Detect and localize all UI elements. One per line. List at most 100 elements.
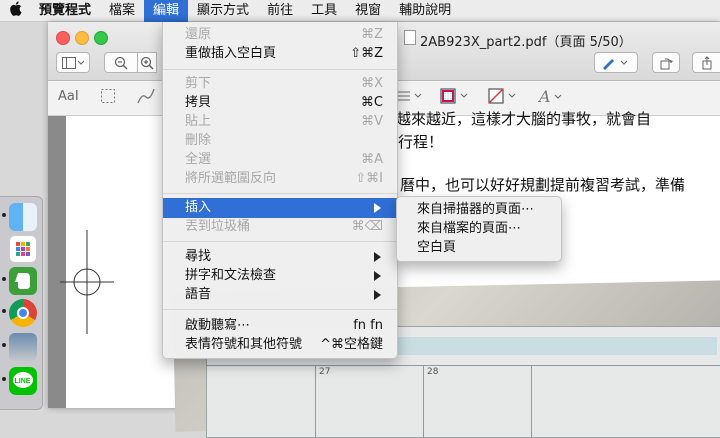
menu-item-label: 啟動聽寫⋯ xyxy=(185,318,251,333)
preview-icon[interactable] xyxy=(9,333,37,361)
rect-selection-tool[interactable] xyxy=(100,88,116,108)
menu-item-shortcut: ⌘A xyxy=(361,152,383,167)
menu-item-label: 表情符號和其他符號 xyxy=(185,337,303,352)
pdf-document-icon xyxy=(404,30,416,45)
menu-item-shortcut: ⌘X xyxy=(361,76,383,91)
menu-item-delete[interactable]: 刪除 xyxy=(163,131,397,151)
notebook-day-number: 28 xyxy=(427,367,439,377)
submenu-arrow-icon xyxy=(374,290,381,300)
markup-pen-button[interactable] xyxy=(594,52,638,73)
minimize-button[interactable] xyxy=(75,31,89,45)
notebook-day-number: 27 xyxy=(319,367,331,377)
menu-item-label: 拼字和文法檢查 xyxy=(185,268,277,283)
finder-icon[interactable] xyxy=(9,203,37,231)
line-icon[interactable]: LINE xyxy=(9,367,37,395)
running-indicator xyxy=(2,277,6,281)
menu-item-label: 尋找 xyxy=(185,249,212,264)
border-color-button[interactable] xyxy=(440,88,472,108)
menu-item-label: 插入 xyxy=(185,200,212,215)
menu-item-label: 刪除 xyxy=(185,133,212,148)
menu-go[interactable]: 前往 xyxy=(258,0,302,22)
menu-item-spelling-grammar[interactable]: 拼字和文法檢查 xyxy=(163,266,397,286)
sidebar-toggle-button[interactable] xyxy=(56,52,90,73)
rotate-icon xyxy=(660,57,673,69)
zoom-in-button[interactable] xyxy=(137,52,157,73)
menu-window[interactable]: 視窗 xyxy=(346,0,390,22)
rotate-button[interactable] xyxy=(652,52,680,73)
close-button[interactable] xyxy=(56,31,70,45)
menu-item-undo[interactable]: 還原 ⌘Z xyxy=(163,25,397,45)
text-tool[interactable]: AaI xyxy=(58,89,79,104)
photo-band xyxy=(377,337,717,355)
submenu-item-blank-page[interactable]: 空白頁 xyxy=(417,238,456,257)
line-style-button[interactable] xyxy=(398,89,424,107)
svg-text:LINE: LINE xyxy=(15,378,31,385)
menu-tools[interactable]: 工具 xyxy=(302,0,346,22)
submenu-arrow-icon xyxy=(374,271,381,281)
evernote-icon[interactable] xyxy=(9,267,37,295)
menu-item-label: 語音 xyxy=(185,287,212,302)
menu-item-start-dictation[interactable]: 啟動聽寫⋯ fn fn xyxy=(163,316,397,336)
menu-item-shortcut: ⌘Z xyxy=(361,27,383,42)
running-indicator xyxy=(2,213,6,217)
menu-item-emoji-symbols[interactable]: 表情符號和其他符號 ^⌘空格鍵 xyxy=(163,335,397,355)
menu-app-preview[interactable]: 預覽程式 xyxy=(30,0,100,22)
doc-text-line: 曆中，也可以好好規劃提前複習考試，準備 xyxy=(400,176,686,194)
menu-separator xyxy=(163,193,397,194)
menu-item-shortcut: ^⌘空格鍵 xyxy=(320,337,383,352)
edit-menu: 還原 ⌘Z 重做插入空白頁 ⇧⌘Z 剪下 ⌘X 拷貝 ⌘C 貼上 ⌘V 刪除 全… xyxy=(162,22,398,359)
line-style-icon xyxy=(398,91,422,101)
fill-color-icon xyxy=(488,88,516,104)
menu-item-label: 貼上 xyxy=(185,114,212,129)
dock: LINE xyxy=(0,196,43,410)
pen-icon xyxy=(603,58,628,70)
submenu-item-from-file[interactable]: 來自檔案的頁面⋯ xyxy=(417,219,521,238)
menu-item-label: 剪下 xyxy=(185,76,212,91)
menu-item-shortcut: ⇧⌘Z xyxy=(350,46,383,61)
crosshair-cursor-icon xyxy=(60,230,120,334)
menu-item-find[interactable]: 尋找 xyxy=(163,247,397,267)
zoom-out-button[interactable] xyxy=(104,52,138,73)
menu-item-shortcut: ⌘C xyxy=(360,95,383,110)
share-button[interactable] xyxy=(692,52,720,73)
svg-text:A: A xyxy=(538,87,551,105)
menu-item-copy[interactable]: 拷貝 ⌘C xyxy=(163,93,397,113)
chrome-icon-center xyxy=(17,307,29,319)
chrome-icon[interactable] xyxy=(9,299,37,327)
sketch-tool[interactable] xyxy=(136,87,156,109)
zoom-in-icon xyxy=(140,56,154,70)
fill-color-button[interactable] xyxy=(488,88,520,108)
menu-item-label: 將所選範圍反向 xyxy=(185,171,277,186)
apple-icon[interactable] xyxy=(0,1,30,20)
insert-submenu: 來自掃描器的頁面⋯ 來自檔案的頁面⋯ 空白頁 xyxy=(396,196,562,262)
sketch-icon xyxy=(137,88,155,104)
running-indicator xyxy=(2,377,6,381)
menu-separator xyxy=(163,69,397,70)
launchpad-icon[interactable] xyxy=(9,235,37,263)
menu-separator xyxy=(163,241,397,242)
menu-item-cut[interactable]: 剪下 ⌘X xyxy=(163,74,397,94)
text-style-button[interactable]: A xyxy=(537,87,568,109)
menu-item-speech[interactable]: 語音 xyxy=(163,285,397,305)
rect-select-icon xyxy=(101,89,115,103)
menu-item-invert-selection[interactable]: 將所選範圍反向 ⇧⌘I xyxy=(163,169,397,189)
doc-text-line: 越來越近，這樣才大腦的事牧，就會自 xyxy=(396,110,652,128)
menu-item-select-all[interactable]: 全選 ⌘A xyxy=(163,150,397,170)
menu-item-move-to-trash[interactable]: 丟到垃圾桶 ⌘⌫ xyxy=(163,217,397,237)
photo-rule xyxy=(531,365,532,437)
menu-item-shortcut: ⌘⌫ xyxy=(351,219,383,234)
submenu-item-from-scanner[interactable]: 來自掃描器的頁面⋯ xyxy=(417,200,534,219)
menu-file[interactable]: 檔案 xyxy=(100,0,144,22)
menu-item-shortcut: ⌘V xyxy=(361,114,383,129)
menu-item-label: 重做插入空白頁 xyxy=(185,46,277,61)
menu-item-insert[interactable]: 插入 xyxy=(163,198,397,218)
menu-edit[interactable]: 編輯 xyxy=(144,0,189,22)
menu-separator xyxy=(163,309,397,310)
menu-item-redo[interactable]: 重做插入空白頁 ⇧⌘Z xyxy=(163,44,397,64)
zoom-button[interactable] xyxy=(94,31,108,45)
menu-help[interactable]: 輔助說明 xyxy=(390,0,460,22)
window-title: 2AB923X_part2.pdf（頁面 5/50） xyxy=(420,35,632,50)
text-style-icon: A xyxy=(537,87,562,106)
menu-item-paste[interactable]: 貼上 ⌘V xyxy=(163,112,397,132)
menu-view[interactable]: 顯示方式 xyxy=(188,0,258,22)
